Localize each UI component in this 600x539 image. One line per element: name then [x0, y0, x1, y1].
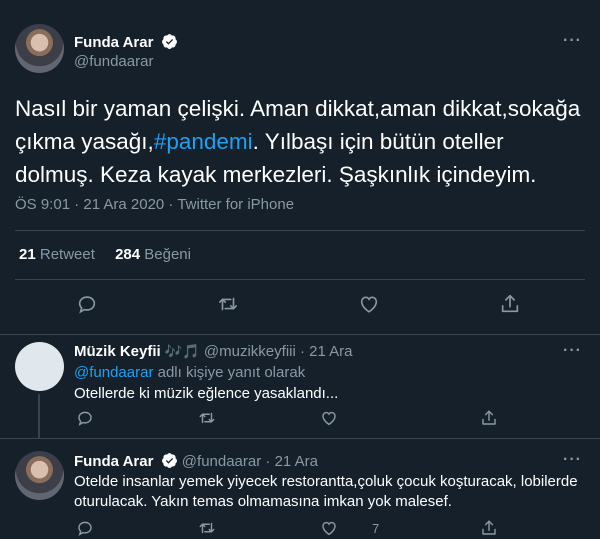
tweet-stats: 21 Retweet 284 Beğeni — [19, 246, 191, 263]
like-heart-icon[interactable] — [320, 519, 338, 537]
retweet-icon[interactable] — [217, 293, 239, 315]
like-count: 284 — [115, 246, 141, 263]
retweet-stat[interactable]: 21 Retweet — [19, 246, 95, 263]
author-avatar[interactable] — [15, 24, 64, 73]
retweet-icon[interactable] — [198, 519, 216, 537]
reply-author-handle[interactable]: @muzikkeyfiii — [204, 343, 296, 360]
reply-like-count: 7 — [372, 521, 380, 536]
like-label: Beğeni — [144, 246, 191, 263]
replying-to-label: adlı kişiye yanıt olarak — [157, 364, 306, 381]
more-options-icon[interactable]: ··· — [563, 342, 582, 360]
reply-tweet[interactable]: Müzik Keyfii 🎶🎵 @muzikkeyfiii · 21 Ara ·… — [0, 334, 600, 439]
like-heart-icon[interactable] — [320, 409, 338, 427]
reply-icon[interactable] — [76, 519, 94, 537]
share-icon[interactable] — [480, 409, 498, 427]
replying-to-handle[interactable]: @fundaarar — [74, 364, 153, 381]
reply-header: Müzik Keyfii 🎶🎵 @muzikkeyfiii · 21 Ara — [74, 343, 353, 360]
main-tweet: Funda Arar @fundaarar ··· Nasıl bir yama… — [0, 0, 600, 335]
thread-line — [38, 394, 40, 438]
retweet-label: Retweet — [39, 246, 95, 263]
reply-icon[interactable] — [76, 293, 98, 315]
divider — [15, 279, 585, 280]
divider — [15, 230, 585, 231]
share-icon[interactable] — [480, 519, 498, 537]
retweet-count: 21 — [19, 246, 36, 263]
reply-icon[interactable] — [76, 409, 94, 427]
author-name[interactable]: Funda Arar — [74, 34, 153, 51]
reply-header: Funda Arar @fundaarar · 21 Ara — [74, 452, 318, 470]
reply-author-avatar[interactable] — [15, 342, 64, 391]
reply-tweet[interactable]: Funda Arar @fundaarar · 21 Ara ··· Oteld… — [0, 439, 600, 539]
reply-text: Otelde insanlar yemek yiyecek restorantt… — [74, 473, 578, 510]
verified-badge-icon — [161, 34, 177, 49]
reply-author-handle[interactable]: @fundaarar — [182, 453, 261, 470]
replying-to: @fundaarar adlı kişiye yanıt olarak — [74, 363, 584, 383]
retweet-icon[interactable] — [198, 409, 216, 427]
share-icon[interactable] — [499, 293, 521, 315]
like-heart-icon[interactable] — [358, 293, 380, 315]
author-handle[interactable]: @fundaarar — [74, 53, 153, 70]
hashtag-link[interactable]: #pandemi — [154, 129, 253, 154]
more-options-icon[interactable]: ··· — [563, 451, 582, 469]
verified-badge-icon — [161, 453, 177, 468]
author-name-row[interactable]: Funda Arar — [74, 33, 178, 52]
reply-text: Otellerde ki müzik eğlence yasaklandı... — [74, 385, 339, 402]
like-stat[interactable]: 284 Beğeni — [115, 246, 191, 263]
reply-author-avatar[interactable] — [15, 451, 64, 500]
reply-author-name[interactable]: Funda Arar — [74, 453, 153, 470]
tweet-text: Nasıl bir yaman çelişki. Aman dikkat,ama… — [15, 92, 585, 191]
reply-date[interactable]: · 21 Ara — [265, 453, 318, 470]
reply-author-name[interactable]: Müzik Keyfii — [74, 343, 161, 360]
more-options-icon[interactable]: ··· — [563, 32, 582, 50]
reply-date[interactable]: · 21 Ara — [300, 343, 353, 360]
tweet-meta[interactable]: ÖS 9:01 · 21 Ara 2020 · Twitter for iPho… — [15, 196, 294, 213]
music-notes-emoji: 🎶🎵 — [164, 343, 200, 359]
